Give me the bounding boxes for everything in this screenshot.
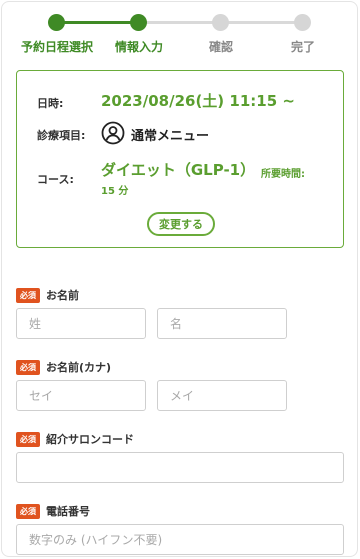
progress-stepper: 予約日程選択 情報入力 確認 完了 — [0, 0, 360, 60]
kana-label: お名前(カナ) — [46, 361, 112, 374]
first-name-kana-input[interactable] — [157, 380, 287, 411]
datetime-value: 2023/08/26(土) 11:15 ~ — [101, 92, 295, 110]
last-name-kana-input[interactable] — [16, 380, 146, 411]
step-label-schedule: 予約日程選択 — [20, 40, 94, 54]
duration-value: 15 分 — [101, 186, 129, 197]
step-connector-2 — [139, 21, 221, 24]
first-name-input[interactable] — [157, 308, 287, 339]
course-value: ダイエット（GLP-1） — [101, 161, 256, 179]
step-label-info: 情報入力 — [114, 40, 164, 54]
step-connector-1 — [57, 21, 139, 24]
name-label: お名前 — [46, 289, 79, 302]
salon-code-field-header: 必須 紹介サロンコード — [16, 431, 134, 447]
salon-code-label: 紹介サロンコード — [46, 433, 134, 446]
step-dot-2 — [130, 14, 147, 31]
step-label-complete: 完了 — [290, 40, 316, 54]
change-button[interactable]: 変更する — [147, 212, 215, 236]
user-circle-icon — [101, 121, 125, 145]
salon-code-input[interactable] — [16, 452, 344, 483]
datetime-label: 日時: — [37, 97, 64, 110]
step-dot-4 — [294, 14, 311, 31]
required-badge: 必須 — [16, 431, 40, 447]
last-name-input[interactable] — [16, 308, 146, 339]
phone-field-header: 必須 電話番号 — [16, 503, 90, 519]
menu-value: 通常メニュー — [131, 129, 210, 144]
required-badge: 必須 — [16, 359, 40, 375]
step-dot-1 — [48, 14, 65, 31]
menu-label: 診療項目: — [37, 129, 86, 142]
duration-label: 所要時間: — [261, 169, 305, 180]
step-dot-3 — [212, 14, 229, 31]
reservation-summary: 日時: 2023/08/26(土) 11:15 ~ 診療項目: 通常メニュー コ… — [16, 70, 344, 248]
step-label-confirm: 確認 — [208, 40, 234, 54]
phone-input[interactable] — [16, 524, 344, 555]
course-label: コース: — [37, 173, 74, 186]
required-badge: 必須 — [16, 287, 40, 303]
name-field-header: 必須 お名前 — [16, 287, 79, 303]
kana-field-header: 必須 お名前(カナ) — [16, 359, 111, 375]
phone-label: 電話番号 — [46, 505, 90, 518]
step-connector-3 — [221, 21, 303, 24]
required-badge: 必須 — [16, 503, 40, 519]
